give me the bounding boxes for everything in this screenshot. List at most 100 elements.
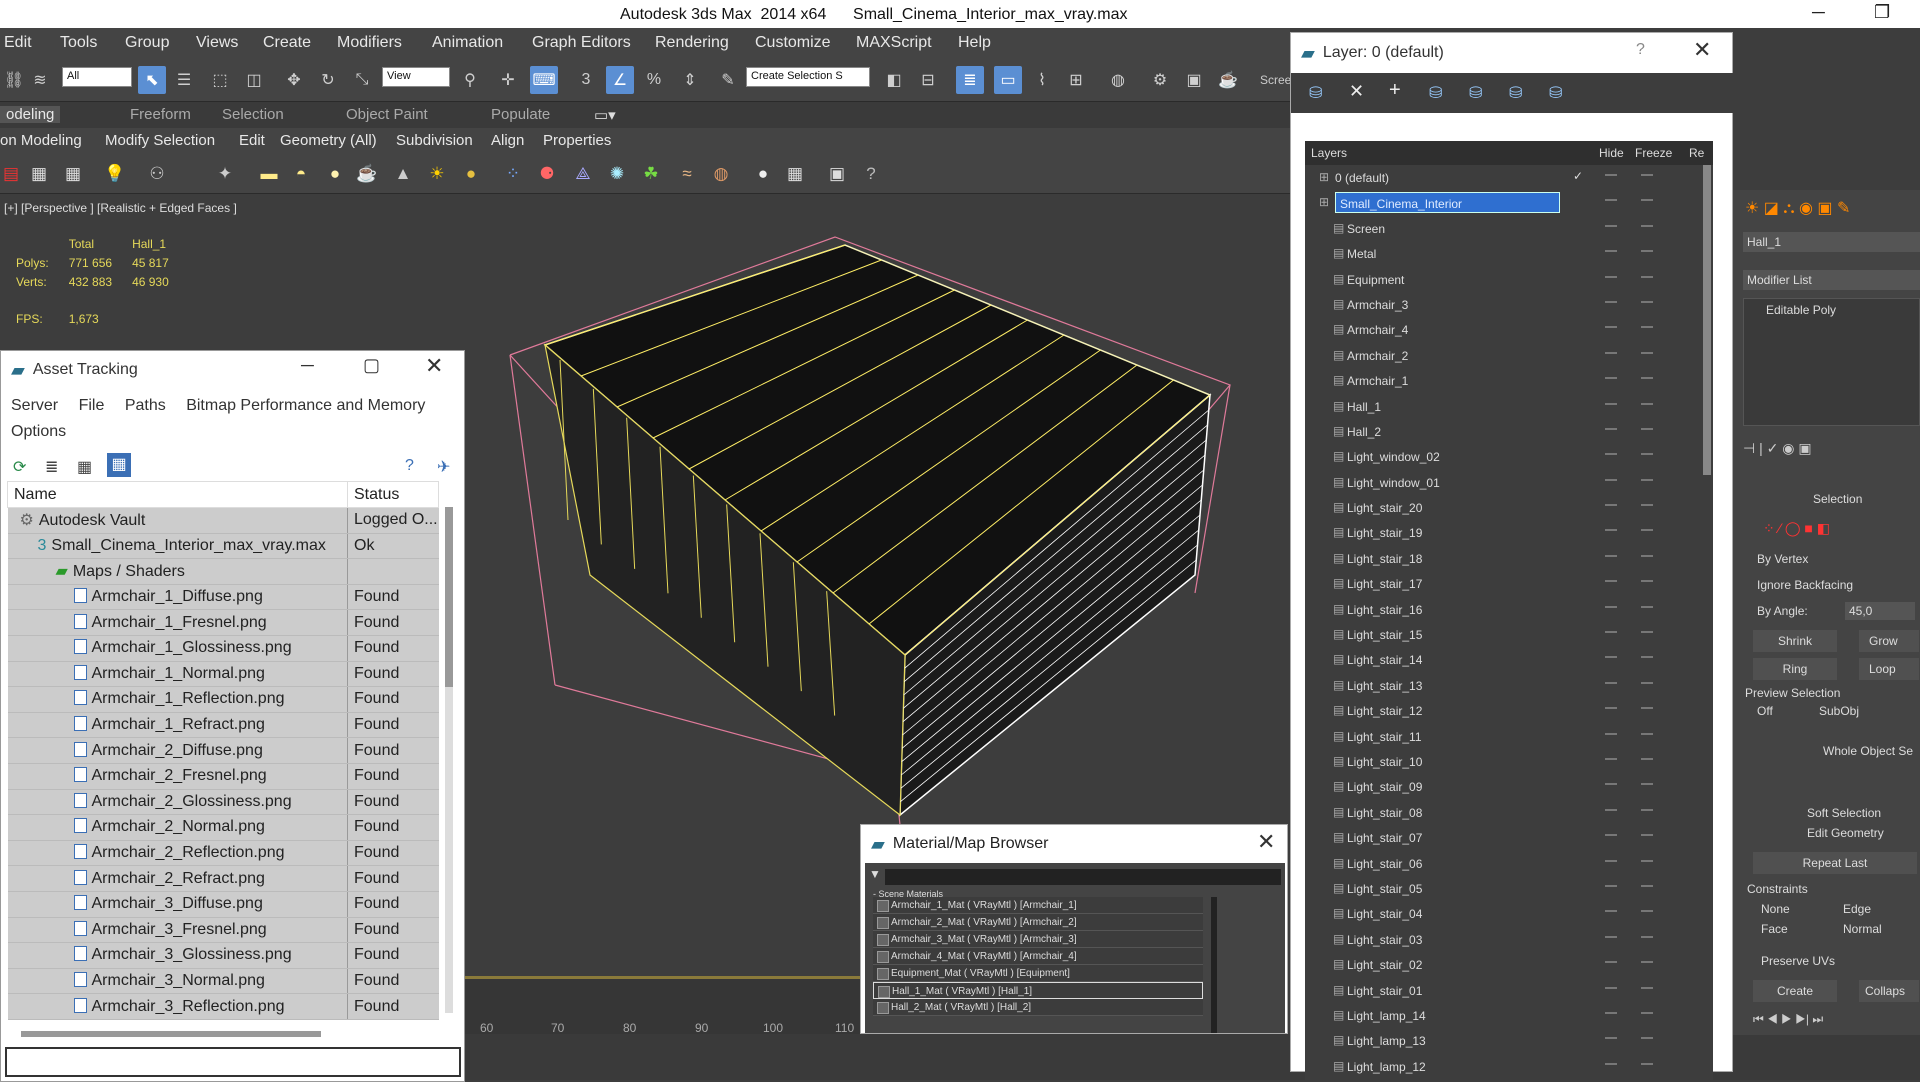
sun-icon[interactable]: ☀ [426, 163, 448, 185]
repeat-last-button[interactable]: Repeat Last [1753, 852, 1917, 874]
constraint-edge-radio[interactable]: Edge [1843, 902, 1871, 916]
freeze-toggle[interactable] [1641, 631, 1653, 634]
light-bulb-icon[interactable]: 💡 [104, 163, 126, 185]
freeze-toggle[interactable] [1641, 986, 1653, 989]
panel-subdivision[interactable]: Subdivision [396, 132, 473, 149]
teapot-icon[interactable]: ⚇ [146, 163, 168, 185]
layer-row[interactable]: ▤ Light_stair_16 [1305, 597, 1713, 622]
select-objects-icon[interactable]: ⛁ [1429, 83, 1442, 103]
stack-controls-icon[interactable]: ⊣ | ✓ ◉ ▣ [1743, 440, 1812, 457]
shrink-button[interactable]: Shrink [1753, 630, 1837, 652]
layer-row[interactable]: ▤ Light_stair_13 [1305, 673, 1713, 698]
freeze-toggle[interactable] [1641, 275, 1653, 278]
percent-snap-icon[interactable]: % [640, 66, 668, 94]
angle-input[interactable]: 45,0 [1845, 602, 1915, 620]
menu-customize[interactable]: Customize [755, 34, 831, 52]
layer-row[interactable]: ▤ Light_stair_19 [1305, 520, 1713, 545]
layer-row[interactable]: ▤ Light_lamp_12 [1305, 1054, 1713, 1079]
layer-row[interactable]: ⊞ 0 (default) ✓ [1305, 165, 1713, 190]
hide-toggle[interactable] [1605, 986, 1617, 989]
hide-toggle[interactable] [1605, 808, 1617, 811]
asset-row[interactable]: Armchair_2_Reflection.png Found [7, 840, 439, 867]
hide-toggle[interactable] [1605, 250, 1617, 253]
hide-toggle[interactable] [1605, 300, 1617, 303]
menu-edit[interactable]: Edit [4, 34, 32, 52]
scale-icon[interactable]: ⤡ [348, 66, 376, 94]
layer-row[interactable]: ▤ Light_window_01 [1305, 470, 1713, 495]
layer-row[interactable]: ▤ Light_stair_11 [1305, 724, 1713, 749]
freeze-toggle[interactable] [1641, 884, 1653, 887]
layer-row[interactable]: ▤ Light_stair_05 [1305, 876, 1713, 901]
layer-row[interactable]: ▤ Light_stair_07 [1305, 825, 1713, 850]
hide-toggle[interactable] [1605, 504, 1617, 507]
by-angle-checkbox[interactable]: By Angle: [1757, 604, 1808, 618]
layer-manager-icon[interactable]: ≣ [956, 66, 984, 94]
layer-row[interactable]: ▤ Hall_2 [1305, 419, 1713, 444]
pin-icon[interactable]: ✈ [437, 457, 450, 477]
asset-row[interactable]: Armchair_3_Reflection.png Found [7, 993, 439, 1020]
hide-toggle[interactable] [1605, 224, 1617, 227]
minimize-icon[interactable]: ─ [1812, 2, 1825, 23]
hide-toggle[interactable] [1605, 402, 1617, 405]
close-icon[interactable]: ✕ [1693, 37, 1711, 63]
hide-toggle[interactable] [1605, 1011, 1617, 1014]
layer-row[interactable]: ▤ Armchair_3 [1305, 292, 1713, 317]
atoms-icon[interactable]: ⚈ [536, 163, 558, 185]
freeze-toggle[interactable] [1641, 808, 1653, 811]
hide-toggle[interactable] [1605, 707, 1617, 710]
hide-toggle[interactable] [1605, 453, 1617, 456]
freeze-toggle[interactable] [1641, 377, 1653, 380]
freeze-toggle[interactable] [1641, 681, 1653, 684]
layer-row[interactable]: ▤ Light_stair_03 [1305, 927, 1713, 952]
hide-toggle[interactable] [1605, 961, 1617, 964]
asset-row[interactable]: ▰ Maps / Shaders [7, 558, 439, 585]
layer-row[interactable]: ▤ Light_lamp_14 [1305, 1003, 1713, 1028]
freeze-toggle[interactable] [1641, 580, 1653, 583]
asset-row[interactable]: Armchair_3_Fresnel.png Found [7, 917, 439, 944]
close-icon[interactable]: ✕ [425, 353, 443, 379]
asset-row[interactable]: Armchair_3_Normal.png Found [7, 968, 439, 995]
asset-row[interactable]: Armchair_1_Reflection.png Found [7, 686, 439, 713]
asset-row[interactable]: Armchair_3_Glossiness.png Found [7, 942, 439, 969]
hide-toggle[interactable] [1605, 681, 1617, 684]
bind-spacewarp-icon[interactable]: ≋ [26, 66, 54, 94]
layer-row[interactable]: ▤ Armchair_4 [1305, 317, 1713, 342]
hide-toggle[interactable] [1605, 631, 1617, 634]
asset-row[interactable]: Armchair_2_Normal.png Found [7, 814, 439, 841]
asset-row[interactable]: 3 Small_Cinema_Interior_max_vray.max Ok [7, 533, 439, 560]
hide-toggle[interactable] [1605, 174, 1617, 176]
constraint-normal-radio[interactable]: Normal [1843, 922, 1882, 936]
list-icon[interactable]: ▦ [28, 163, 50, 185]
ribbon-toggle-icon[interactable]: ▭ [994, 66, 1022, 94]
window-crossing-icon[interactable]: ◫ [240, 66, 268, 94]
collapse-button[interactable]: Collaps [1859, 980, 1919, 1002]
loop-button[interactable]: Loop [1859, 658, 1919, 680]
material-item[interactable]: Hall_1_Mat ( VRayMtl ) [Hall_1] [873, 982, 1203, 999]
freeze-toggle[interactable] [1641, 605, 1653, 608]
asset-row[interactable]: Armchair_2_Refract.png Found [7, 865, 439, 892]
pyramid-icon[interactable]: ⟁ [572, 163, 594, 185]
tab-populate[interactable]: Populate [491, 106, 550, 123]
minimize-icon[interactable]: ─ [301, 355, 314, 376]
asset-row[interactable]: ⚙ Autodesk Vault Logged O... [7, 507, 439, 534]
panel-polygon-modeling[interactable]: on Modeling [0, 132, 82, 149]
panel-edit[interactable]: Edit [239, 132, 265, 149]
viewport-label[interactable]: [+] [Perspective ] [Realistic + Edged Fa… [4, 201, 237, 215]
select-object-icon[interactable]: ⬉ [138, 66, 166, 94]
layer-row[interactable]: ▤ Light_stair_06 [1305, 851, 1713, 876]
freeze-toggle[interactable] [1641, 554, 1653, 557]
menu-modifiers[interactable]: Modifiers [337, 34, 402, 52]
add-to-layer-icon[interactable]: + [1389, 79, 1401, 102]
teapot-primitive-icon[interactable]: ☕ [356, 163, 378, 185]
layer-row[interactable]: ▤ Light_stair_09 [1305, 774, 1713, 799]
asset-row[interactable]: Armchair_2_Fresnel.png Found [7, 763, 439, 790]
thumbnail-view-icon[interactable]: ▦ [77, 457, 92, 477]
align-icon[interactable]: ⊟ [914, 66, 942, 94]
angle-snap-icon[interactable]: ∠ [606, 66, 634, 94]
plant-icon[interactable]: ☘ [640, 163, 662, 185]
shape-icon[interactable]: ✦ [214, 163, 236, 185]
maximize-icon[interactable]: ▢ [363, 355, 380, 376]
selection-filter-dropdown[interactable]: All [62, 67, 132, 87]
panel-modify-selection[interactable]: Modify Selection [105, 132, 215, 149]
asset-horizontal-scrollbar[interactable] [21, 1031, 321, 1037]
